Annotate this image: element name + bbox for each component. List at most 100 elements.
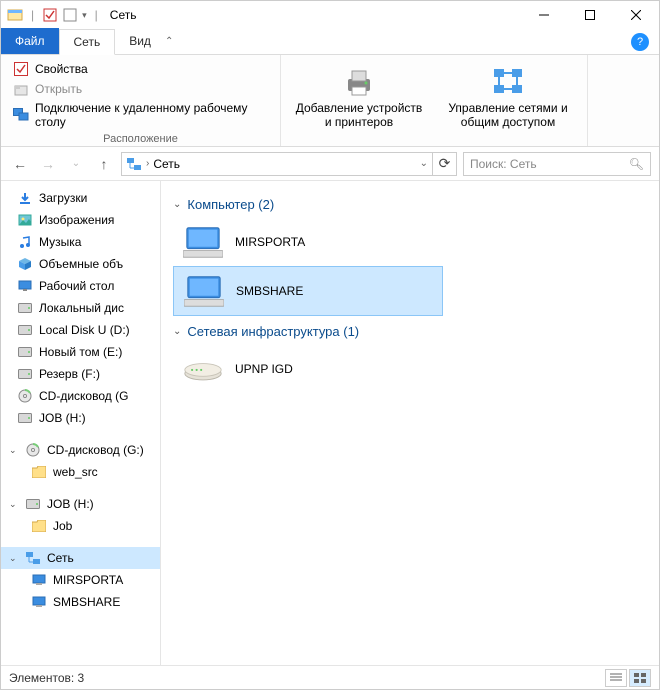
ribbon-add-devices-label: Добавление устройств и принтеров [293, 101, 425, 129]
checkbox-icon [13, 61, 29, 77]
minimize-button[interactable] [521, 1, 567, 29]
breadcrumb-dropdown-icon[interactable]: ⌄ [420, 158, 428, 169]
breadcrumb-segment[interactable]: Сеть [153, 157, 180, 171]
item-label: MIRSPORTA [235, 235, 305, 249]
drive-icon [17, 300, 33, 316]
tree-newvol-e[interactable]: Новый том (Е:) [1, 341, 160, 363]
chevron-down-icon[interactable]: ⌄ [173, 199, 181, 210]
tree-pictures[interactable]: Изображения [1, 209, 160, 231]
separator: | [95, 8, 98, 22]
router-icon [183, 351, 223, 387]
tree-3dobjects[interactable]: Объемные объ [1, 253, 160, 275]
tab-file[interactable]: Файл [1, 28, 59, 54]
ribbon-group-location-label: Расположение [9, 133, 272, 145]
tree-cddrive-g-nested[interactable]: CD-дисковод (G [1, 385, 160, 407]
tree-network[interactable]: ⌄Сеть [1, 547, 160, 569]
item-upnp-igd[interactable]: UPNP IGD [173, 345, 443, 393]
tree-job-folder[interactable]: Job [1, 515, 160, 537]
chevron-down-icon[interactable]: ⌄ [9, 499, 19, 510]
tree-net-smbshare[interactable]: SMBSHARE [1, 591, 160, 613]
ribbon-remote-desktop-button[interactable]: Подключение к удаленному рабочему столу [9, 99, 272, 131]
ribbon-remote-label: Подключение к удаленному рабочему столу [35, 101, 268, 129]
statusbar: Элементов: 3 [1, 665, 659, 689]
group-infra[interactable]: ⌄ Сетевая инфраструктура (1) [173, 324, 647, 339]
computer-icon [31, 572, 47, 588]
tree-downloads[interactable]: Загрузки [1, 187, 160, 209]
cd-icon [25, 442, 41, 458]
ribbon-expand-icon[interactable]: ⌃ [165, 36, 181, 47]
ribbon-manage-networks-label: Управление сетями и общим доступом [441, 101, 575, 129]
computer-icon [31, 594, 47, 610]
folder-icon [31, 464, 47, 480]
ribbon: Свойства Открыть Подключение к удаленном… [1, 55, 659, 147]
nav-tree[interactable]: Загрузки Изображения Музыка Объемные объ… [1, 181, 161, 665]
computer-icon [183, 224, 223, 260]
qat-properties-icon[interactable] [42, 7, 58, 23]
tree-websrc[interactable]: web_src [1, 461, 160, 483]
view-details-button[interactable] [605, 669, 627, 687]
item-mirsporta[interactable]: MIRSPORTA [173, 218, 443, 266]
maximize-button[interactable] [567, 1, 613, 29]
tree-net-mirsporta[interactable]: MIRSPORTA [1, 569, 160, 591]
chevron-down-icon[interactable]: ⌄ [173, 326, 181, 337]
drive-icon [17, 322, 33, 338]
ribbon-properties-label: Свойства [35, 62, 88, 76]
drive-icon [17, 344, 33, 360]
nav-up-button[interactable]: ↑ [93, 153, 115, 175]
ribbon-open-button: Открыть [9, 79, 272, 99]
pictures-icon [17, 212, 33, 228]
item-label: UPNP IGD [235, 362, 293, 376]
ribbon-add-devices-button[interactable]: Добавление устройств и принтеров [285, 61, 433, 133]
qat-dropdown-icon[interactable] [62, 7, 78, 23]
breadcrumb[interactable]: › Сеть ⌄ [121, 152, 433, 176]
tree-job-h[interactable]: ⌄JOB (H:) [1, 493, 160, 515]
main: Загрузки Изображения Музыка Объемные объ… [1, 181, 659, 665]
chevron-right-icon[interactable]: › [146, 158, 149, 169]
music-icon [17, 234, 33, 250]
tree-music[interactable]: Музыка [1, 231, 160, 253]
tree-cddrive-g[interactable]: ⌄CD-дисковод (G:) [1, 439, 160, 461]
drive-icon [25, 496, 41, 512]
status-elements-count: Элементов: 3 [9, 671, 84, 685]
titlebar: | ▾ | Сеть [1, 1, 659, 29]
chevron-down-icon[interactable]: ⌄ [9, 445, 19, 456]
chevron-down-icon[interactable]: ⌄ [9, 553, 19, 564]
search-placeholder: Поиск: Сеть [470, 157, 537, 171]
printer-icon [342, 65, 376, 99]
tree-localdisk-d[interactable]: Local Disk U (D:) [1, 319, 160, 341]
cube-icon [17, 256, 33, 272]
navigation-bar: ← → ⌄ ↑ › Сеть ⌄ ⟳ Поиск: Сеть 🔍︎ [1, 147, 659, 181]
tree-localdisk-c[interactable]: Локальный дис [1, 297, 160, 319]
desktop-icon [17, 278, 33, 294]
ribbon-open-label: Открыть [35, 82, 82, 96]
search-icon[interactable]: 🔍︎ [629, 157, 644, 171]
ribbon-manage-networks-button[interactable]: Управление сетями и общим доступом [433, 61, 583, 133]
tree-desktop[interactable]: Рабочий стол [1, 275, 160, 297]
tab-view[interactable]: Вид [115, 28, 165, 54]
group-computer[interactable]: ⌄ Компьютер (2) [173, 197, 647, 212]
drive-icon [17, 410, 33, 426]
close-button[interactable] [613, 1, 659, 29]
item-smbshare[interactable]: SMBSHARE [173, 266, 443, 316]
nav-back-button[interactable]: ← [9, 153, 31, 175]
view-icons-button[interactable] [629, 669, 651, 687]
drive-icon [17, 366, 33, 382]
search-input[interactable]: Поиск: Сеть 🔍︎ [463, 152, 651, 176]
folder-icon [31, 518, 47, 534]
tree-reserve-f[interactable]: Резерв (F:) [1, 363, 160, 385]
help-button[interactable]: ? [631, 33, 649, 51]
open-icon [13, 81, 29, 97]
explorer-icon [7, 7, 23, 23]
network-icon [25, 550, 41, 566]
refresh-button[interactable]: ⟳ [433, 152, 457, 176]
content-pane[interactable]: ⌄ Компьютер (2) MIRSPORTA SMBSHARE ⌄ Сет… [161, 181, 659, 665]
qat-chevron-icon[interactable]: ▾ [82, 10, 87, 21]
tree-job-h-nested[interactable]: JOB (H:) [1, 407, 160, 429]
network-icon [126, 156, 142, 172]
tab-network[interactable]: Сеть [59, 29, 116, 55]
downloads-icon [17, 190, 33, 206]
remote-desktop-icon [13, 107, 29, 123]
ribbon-properties-button[interactable]: Свойства [9, 59, 272, 79]
computer-icon [184, 273, 224, 309]
nav-recent-dropdown[interactable]: ⌄ [65, 153, 87, 175]
